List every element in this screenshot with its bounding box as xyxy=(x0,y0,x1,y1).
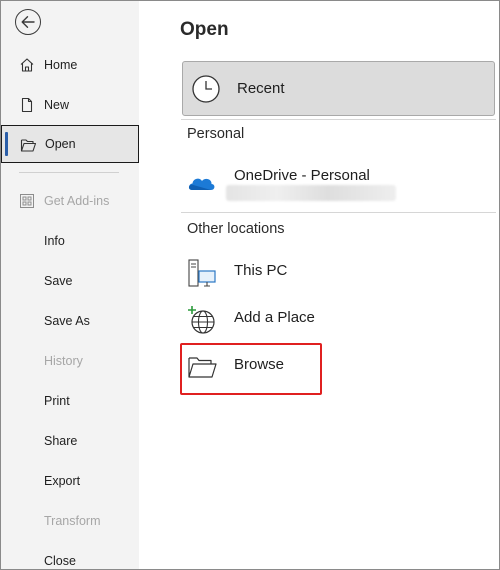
location-browse[interactable]: Browse xyxy=(182,345,482,387)
recent-button[interactable]: Recent xyxy=(182,61,495,116)
sidebar-item-history: History xyxy=(1,342,139,380)
folder-icon xyxy=(186,351,218,383)
location-label: Browse xyxy=(234,356,285,373)
sidebar-item-new[interactable]: New xyxy=(1,86,139,124)
sidebar-item-save[interactable]: Save xyxy=(1,262,139,300)
new-document-icon xyxy=(18,96,36,114)
sidebar-item-open[interactable]: Open xyxy=(1,125,139,163)
location-label: Add a Place xyxy=(234,309,315,326)
arrow-left-icon xyxy=(21,16,35,28)
sidebar-item-label: Save As xyxy=(44,314,90,328)
sidebar-item-get-add-ins: Get Add-ins xyxy=(1,182,139,220)
section-divider xyxy=(181,119,496,120)
globe-add-icon xyxy=(186,304,218,336)
page-title: Open xyxy=(180,19,229,40)
recent-label: Recent xyxy=(237,80,285,97)
sidebar-item-label: Transform xyxy=(44,514,101,528)
sidebar-item-label: Home xyxy=(44,58,78,72)
sidebar-item-label: Save xyxy=(44,274,73,288)
sidebar-item-label: Print xyxy=(44,394,70,408)
sidebar-item-label: Open xyxy=(45,137,76,151)
sidebar-item-save-as[interactable]: Save As xyxy=(1,302,139,340)
selected-indicator xyxy=(5,132,8,156)
sidebar-item-transform: Transform xyxy=(1,502,139,540)
section-heading-other-locations: Other locations xyxy=(187,221,285,237)
sidebar-item-export[interactable]: Export xyxy=(1,462,139,500)
location-add-a-place[interactable]: Add a Place xyxy=(182,298,482,340)
open-panel: Open Recent Personal OneDrive - Personal… xyxy=(140,1,499,569)
location-this-pc[interactable]: This PC xyxy=(182,251,482,293)
blurred-account-email xyxy=(226,185,396,201)
sidebar-item-label: Close xyxy=(44,554,76,568)
sidebar-item-label: New xyxy=(44,98,70,112)
location-label: This PC xyxy=(234,262,288,279)
sidebar-item-close[interactable]: Close xyxy=(1,542,139,570)
home-icon xyxy=(18,56,36,74)
onedrive-label: OneDrive - Personal xyxy=(234,167,370,184)
sidebar-divider xyxy=(19,172,119,173)
sidebar-item-share[interactable]: Share xyxy=(1,422,139,460)
sidebar-item-home[interactable]: Home xyxy=(1,46,139,84)
backstage-sidebar: Home New Open Get Add-ins Info Save Save… xyxy=(1,1,139,569)
back-button[interactable] xyxy=(15,9,41,35)
section-heading-personal: Personal xyxy=(187,126,245,142)
sidebar-item-info[interactable]: Info xyxy=(1,222,139,260)
section-divider xyxy=(181,212,496,213)
computer-icon xyxy=(186,257,218,289)
sidebar-item-print[interactable]: Print xyxy=(1,382,139,420)
sidebar-item-label: Export xyxy=(44,474,81,488)
grid-icon xyxy=(18,192,36,210)
clock-icon xyxy=(191,74,221,109)
sidebar-item-label: Get Add-ins xyxy=(44,194,110,208)
sidebar-item-label: History xyxy=(44,354,83,368)
onedrive-cloud-icon xyxy=(186,167,218,199)
sidebar-item-label: Share xyxy=(44,434,78,448)
open-folder-icon xyxy=(19,136,37,154)
location-onedrive-personal[interactable]: OneDrive - Personal xyxy=(182,161,482,203)
sidebar-item-label: Info xyxy=(44,234,65,248)
